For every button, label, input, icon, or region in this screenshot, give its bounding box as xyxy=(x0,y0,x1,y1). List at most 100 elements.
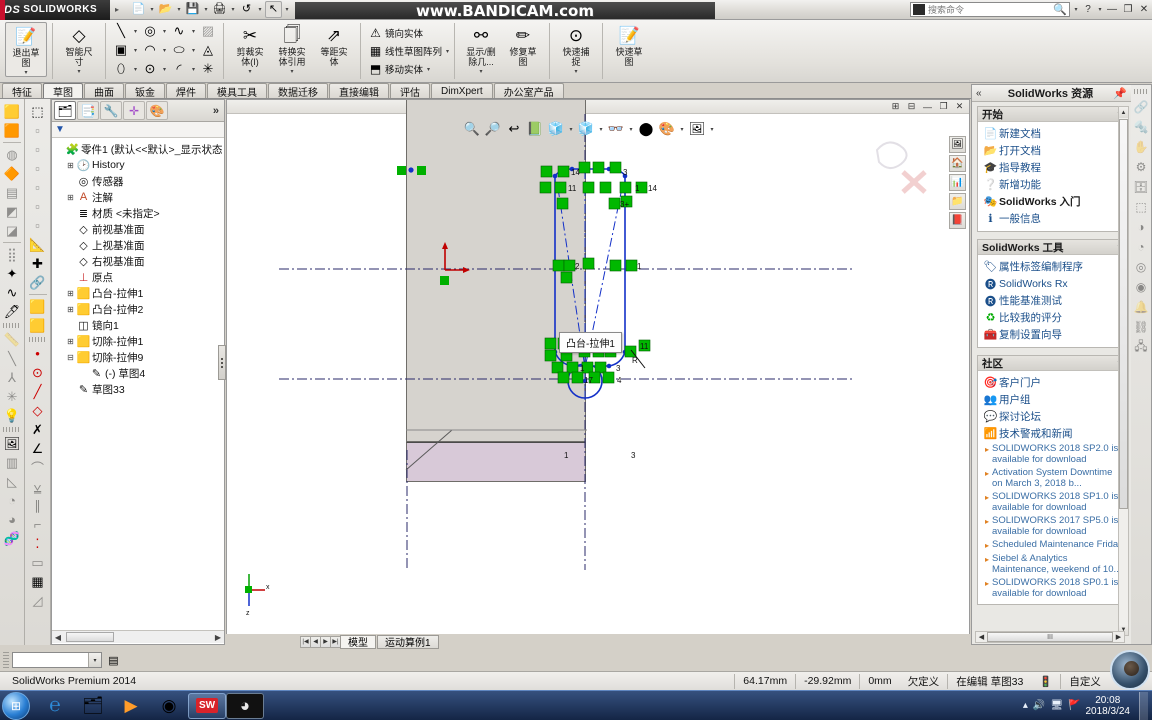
undo-chevron-down-icon[interactable]: ▾ xyxy=(256,6,264,13)
tab-data-migration[interactable]: 数据迁移 xyxy=(268,83,328,99)
component-link-icon[interactable]: ⛓ xyxy=(1132,318,1150,336)
link-whats-new[interactable]: ❔ 新增功能 xyxy=(982,176,1125,193)
news-item[interactable]: ▸ Activation System Downtime on March 3,… xyxy=(982,466,1125,490)
tab-weldments[interactable]: 焊件 xyxy=(166,83,206,99)
zoom-to-area-icon[interactable]: 🔎 xyxy=(483,120,503,139)
exit-sketch-chevron-down-icon[interactable]: ▾ xyxy=(24,69,27,76)
snap-tool-icon[interactable]: ✳ xyxy=(1,387,23,406)
intersection-icon[interactable]: ✗ xyxy=(27,420,49,439)
news-item[interactable]: ▸ SOLIDWORKS 2018 SP0.1 is available for… xyxy=(982,576,1125,600)
view-orientation-chevron-down-icon[interactable]: ▾ xyxy=(567,126,575,133)
cut-extrude1-expander[interactable]: ⊞ xyxy=(65,337,76,346)
cut-extrude9-expander[interactable]: ⊟ xyxy=(65,353,76,362)
combo-bar-grip[interactable] xyxy=(3,652,9,668)
tab-configuration-manager[interactable]: 🔧 xyxy=(100,101,122,120)
edit-appearance-icon[interactable]: ⬤ xyxy=(636,120,656,139)
circle-chevron-down-icon[interactable]: ▾ xyxy=(161,28,168,35)
sketch-fillet-icon[interactable]: ◜ xyxy=(169,60,189,78)
tab-mold-tools[interactable]: 模具工具 xyxy=(207,83,267,99)
mirror-entities-button[interactable]: ⚠ 镜向实体 xyxy=(366,24,423,42)
offset-entities-button[interactable]: ⇗ 等距实 体 xyxy=(313,22,355,67)
display-delete-relations-button[interactable]: ⚯ 显示/删 除几... ▾ xyxy=(460,22,502,75)
network-icon[interactable]: 🖥 xyxy=(1050,700,1063,711)
view-back-icon[interactable]: ▫ xyxy=(27,140,49,159)
share-icon[interactable]: 🖧 xyxy=(1132,338,1150,356)
angle-icon[interactable]: ◿ xyxy=(27,591,49,610)
section-start-header[interactable]: 开始 ⌃ xyxy=(978,107,1127,122)
pin-icon[interactable]: 📌 xyxy=(1113,87,1127,100)
grid-icon[interactable]: ▦ xyxy=(27,572,49,591)
hide-show-chevron-down-icon[interactable]: ▾ xyxy=(627,126,635,133)
hscroll-thumb[interactable] xyxy=(66,632,114,642)
swept-boss-icon[interactable]: 🔶 xyxy=(1,164,23,183)
view-left-icon[interactable]: ▫ xyxy=(27,159,49,178)
quick-snap-chevron-down-icon[interactable]: ▾ xyxy=(575,68,578,75)
quick-sketch-button[interactable]: 📝 快速草 图 xyxy=(608,22,650,67)
tree-item-boss-extrude2[interactable]: ⊞ 🟨 凸台-拉伸2 xyxy=(54,301,224,317)
hscroll-right-arrow-icon[interactable]: ▶ xyxy=(212,633,224,642)
view-iso-icon[interactable]: ▫ xyxy=(27,216,49,235)
tangent-icon[interactable]: ⌒ xyxy=(27,458,49,477)
tab-office-products[interactable]: 办公室产品 xyxy=(493,83,564,99)
status-custom-mode[interactable]: 自定义 xyxy=(1061,674,1109,689)
link-solidworks-rx[interactable]: 🅡 SolidWorks Rx xyxy=(982,275,1125,292)
previous-view-icon[interactable]: ↩ xyxy=(504,120,524,139)
repair-sketch-button[interactable]: ✏ 修复草 图 xyxy=(502,22,544,67)
configuration-combo[interactable]: ▾ xyxy=(12,652,102,668)
clearance-icon[interactable]: ◔ xyxy=(1132,238,1150,256)
reference-geometry-icon[interactable]: ✦ xyxy=(1,264,23,283)
assembly-feature-icon[interactable]: ⚙ xyxy=(1132,158,1150,176)
volume-icon[interactable]: 🔊 xyxy=(1033,700,1045,711)
hole-alignment-icon[interactable]: ◎ xyxy=(1132,258,1150,276)
search-input[interactable]: 搜索命令 🔍 xyxy=(910,2,1070,17)
tab-sketch[interactable]: 草图 xyxy=(43,83,83,99)
news-item[interactable]: ▸ Scheduled Maintenance Friday xyxy=(982,538,1125,552)
symmetric-icon[interactable]: ⁚ xyxy=(27,534,49,553)
print-icon[interactable]: 🖨 xyxy=(211,1,228,18)
link-new-document[interactable]: 📄 新建文档 xyxy=(982,125,1125,142)
draft-icon[interactable]: ◺ xyxy=(1,472,23,491)
tree-item-history[interactable]: ⊞ 🕑 History xyxy=(54,157,224,173)
right-rail-grip[interactable] xyxy=(1134,89,1148,94)
taskbar-solidworks[interactable]: SW xyxy=(188,692,226,719)
equal-icon[interactable]: ⩣ xyxy=(27,477,49,496)
vscroll-thumb[interactable] xyxy=(1119,119,1128,509)
view-settings-icon[interactable]: 🖼 xyxy=(687,120,707,139)
link-user-groups[interactable]: 👥 用户组 xyxy=(982,391,1125,408)
sketch-pencil-icon[interactable]: 📐 xyxy=(27,235,49,254)
save-icon[interactable]: 💾 xyxy=(184,1,201,18)
tree-item-origin[interactable]: ⊥ 原点 xyxy=(54,269,224,285)
section-view-icon[interactable]: 📗 xyxy=(525,120,545,139)
measure-icon[interactable]: 📏 xyxy=(1,330,23,349)
news-item[interactable]: ▸ SOLIDWORKS 2018 SP2.0 is available for… xyxy=(982,442,1125,466)
tab-sheet-metal[interactable]: 钣金 xyxy=(125,83,165,99)
perpendicular-icon[interactable]: ⌐ xyxy=(27,515,49,534)
feature-manager-more-icon[interactable]: » xyxy=(213,105,219,117)
tree-item-sketch4[interactable]: ✎ (-) 草图4 xyxy=(54,365,224,381)
rectangle-chevron-down-icon[interactable]: ▾ xyxy=(132,47,139,54)
convert-entities-button[interactable]: 🗍 转换实 体引用 ▾ xyxy=(271,22,313,76)
graphics-viewport[interactable]: ⊞ ⊟ — ❐ ✕ 🔍 🔎 ↩ 📗 🧊▾ 🧊▾ 👓▾ ⬤ 🎨▾ 🖼▾ xyxy=(226,99,970,645)
tree-item-right-plane[interactable]: ◇ 右视基准面 xyxy=(54,253,224,269)
news-item[interactable]: ▸ Siebel & Analytics Maintenance, weeken… xyxy=(982,552,1125,576)
select-cursor-icon[interactable]: ↖ xyxy=(265,1,282,18)
combo-chevron-down-icon[interactable]: ▾ xyxy=(88,653,101,667)
undo-icon[interactable]: ↺ xyxy=(238,1,255,18)
apply-scene-icon[interactable]: 🎨 xyxy=(657,120,677,139)
collinear-icon[interactable]: ╱ xyxy=(27,382,49,401)
help-chevron-down-icon[interactable]: ▾ xyxy=(1096,6,1104,13)
tab-evaluate[interactable]: 评估 xyxy=(390,83,430,99)
point-relation-icon[interactable]: • xyxy=(27,344,49,363)
rail2-grip[interactable] xyxy=(28,337,47,342)
rib-icon[interactable]: ◪ xyxy=(1,221,23,240)
vscroll-up-arrow-icon[interactable]: ▲ xyxy=(1119,107,1128,118)
display-style-icon[interactable]: 🧊 xyxy=(576,120,596,139)
task-pane-collapse-icon[interactable]: « xyxy=(976,88,982,99)
feature-tree-hscrollbar[interactable]: ◀ ▶ xyxy=(52,630,224,643)
appearances-icon[interactable]: 📊 xyxy=(949,174,966,191)
tp-hscroll-left-arrow-icon[interactable]: ◀ xyxy=(976,633,987,641)
rectangle-icon[interactable]: ▣ xyxy=(111,41,131,59)
tree-item-front-plane[interactable]: ◇ 前视基准面 xyxy=(54,221,224,237)
hatch-icon[interactable]: ▨ xyxy=(198,22,218,40)
slot-icon[interactable]: ⬯ xyxy=(111,60,131,78)
